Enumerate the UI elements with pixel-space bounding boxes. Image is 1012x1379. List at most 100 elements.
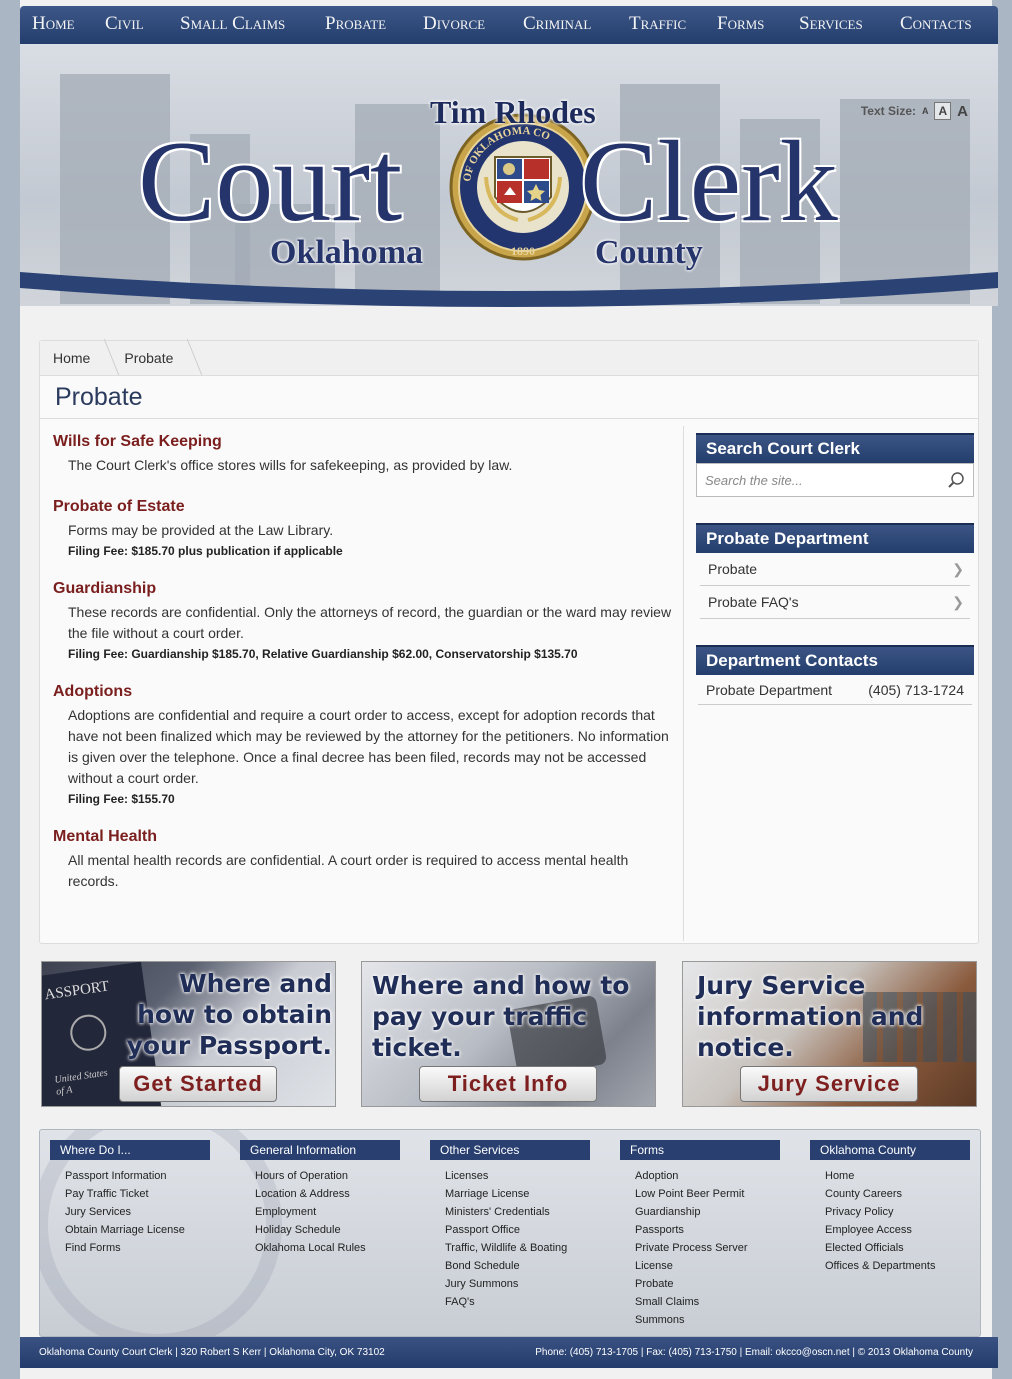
nav-divorce[interactable]: Divorce [423,13,485,35]
footer-link[interactable]: County Careers [825,1185,970,1203]
footer-link[interactable]: License [635,1257,780,1275]
sidebar-link-label: Probate FAQ's [708,594,799,610]
brand-sub-left: Oklahoma [270,234,424,271]
section-probate-estate: Probate of Estate Forms may be provided … [53,498,673,558]
chevron-right-icon: ❯ [952,560,964,577]
chevron-right-icon: ❯ [952,593,964,610]
footer-link[interactable]: Passports [635,1221,780,1239]
section-adoptions: Adoptions Adoptions are confidential and… [53,683,673,806]
footer-col-where-do-i: Where Do I... Passport Information Pay T… [50,1140,210,1257]
footer-link[interactable]: Ministers' Credentials [445,1203,590,1221]
contact-phone[interactable]: (405) 713-1724 [868,682,964,698]
footer-link[interactable]: Offices & Departments [825,1257,970,1275]
section-title: Adoptions [53,683,133,700]
nav-criminal[interactable]: Criminal [523,13,591,35]
filing-fee: Filing Fee: $185.70 plus publication if … [68,544,343,558]
text-size-control: Text Size: A A A [861,102,968,120]
section-mental-health: Mental Health All mental health records … [53,828,673,892]
footer-link[interactable]: Bond Schedule [445,1257,590,1275]
brand-sub-right: County [595,234,703,271]
section-guardianship: Guardianship These records are confident… [53,580,673,661]
text-size-small[interactable]: A [922,106,929,116]
search-title: Search Court Clerk [696,433,974,463]
footer-col-oklahoma-county: Oklahoma County Home County Careers Priv… [810,1140,970,1275]
nav-traffic[interactable]: Traffic [629,13,686,35]
brand-title-left: Court [138,118,403,246]
footer-link[interactable]: Passport Information [65,1167,210,1185]
section-body: The Court Clerk's office stores wills fo… [68,457,513,473]
nav-home[interactable]: Home [32,13,75,35]
sidebar-link-label: Probate [708,561,758,577]
footer-link[interactable]: Privacy Policy [825,1203,970,1221]
nav-services[interactable]: Services [799,13,863,35]
footer-link[interactable]: Location & Address [255,1185,400,1203]
nav-forms[interactable]: Forms [717,13,764,35]
text-size-medium[interactable]: A [934,102,952,120]
passport-image-text: ASSPORT [43,978,111,1004]
footer-link[interactable]: Jury Summons [445,1275,590,1293]
nav-small-claims[interactable]: Small Claims [180,13,285,35]
page-title: Probate [40,376,978,419]
footer-link[interactable]: Pay Traffic Ticket [65,1185,210,1203]
text-size-large[interactable]: A [957,103,968,120]
footer-link[interactable]: Employment [255,1203,400,1221]
footer-link[interactable]: Find Forms [65,1239,210,1257]
breadcrumb-probate[interactable]: Probate [124,350,173,366]
footer-link[interactable]: Employee Access [825,1221,970,1239]
footer-link[interactable]: Marriage License [445,1185,590,1203]
footer-col-forms: Forms Adoption Low Point Beer Permit Gua… [620,1140,780,1329]
footer-link[interactable]: Licenses [445,1167,590,1185]
ticket-info-button[interactable]: Ticket Info [419,1066,597,1102]
footer-col-other-services: Other Services Licenses Marriage License… [430,1140,590,1311]
breadcrumb: Home Probate [40,341,978,376]
footer-link[interactable]: Guardianship [635,1203,780,1221]
footer-link[interactable]: Home [825,1167,970,1185]
main-nav: Home Civil Small Claims Probate Divorce … [20,6,998,44]
section-wills: Wills for Safe Keeping The Court Clerk's… [53,433,673,476]
footer-col-title: General Information [240,1140,400,1160]
footer-link[interactable]: Traffic, Wildlife & Boating [445,1239,590,1257]
section-body: All mental health records are confidenti… [68,852,629,889]
nav-civil[interactable]: Civil [105,13,144,35]
promo-jury[interactable]: Jury Service information and notice. Jur… [682,961,977,1107]
sidebar-link-probate[interactable]: Probate ❯ [700,553,970,586]
footer-link[interactable]: Summons [635,1311,780,1329]
footer-link[interactable]: Obtain Marriage License [65,1221,210,1239]
footer-link[interactable]: Small Claims [635,1293,780,1311]
site-header: Text Size: A A A OF OKLAHOMA CO 1890 Tim… [20,44,998,306]
footer-link[interactable]: Probate [635,1275,780,1293]
footer-link[interactable]: Adoption [635,1167,780,1185]
search-icon[interactable] [947,471,965,489]
search-input[interactable]: Search the site... [705,473,803,488]
footer-link[interactable]: FAQ's [445,1293,590,1311]
filing-fee: Filing Fee: $155.70 [68,792,175,806]
footer-link[interactable]: Passport Office [445,1221,590,1239]
footer-link[interactable]: Low Point Beer Permit [635,1185,780,1203]
get-started-button[interactable]: Get Started [119,1066,277,1102]
footer-bar: Oklahoma County Court Clerk | 320 Robert… [20,1337,998,1368]
nav-contacts[interactable]: Contacts [900,13,972,35]
breadcrumb-home[interactable]: Home [53,350,90,366]
footer-link[interactable]: Elected Officials [825,1239,970,1257]
promo-traffic[interactable]: Where and how to pay your traffic ticket… [361,961,656,1107]
main-panel: Home Probate Probate Wills for Safe Keep… [39,340,979,944]
section-title: Guardianship [53,580,157,597]
contacts-title: Department Contacts [696,645,974,675]
section-title: Mental Health [53,828,158,845]
footer-link[interactable]: Hours of Operation [255,1167,400,1185]
footer-links: Where Do I... Passport Information Pay T… [39,1129,981,1337]
svg-text:1890: 1890 [511,244,535,258]
column-divider [683,426,684,941]
footer-link[interactable]: Oklahoma Local Rules [255,1239,400,1257]
footer-link[interactable]: Private Process Server [635,1239,780,1257]
footer-link[interactable]: Holiday Schedule [255,1221,400,1239]
section-body: Forms may be provided at the Law Library… [68,522,334,538]
footer-col-title: Other Services [430,1140,590,1160]
text-size-label: Text Size: [860,104,916,118]
promo-passport[interactable]: ASSPORT United States of A Where and how… [41,961,336,1107]
sidebar-link-probate-faq[interactable]: Probate FAQ's ❯ [700,586,970,619]
jury-service-button[interactable]: Jury Service [740,1066,918,1102]
nav-probate[interactable]: Probate [325,13,386,35]
search-box: Search the site... [696,463,974,497]
footer-link[interactable]: Jury Services [65,1203,210,1221]
